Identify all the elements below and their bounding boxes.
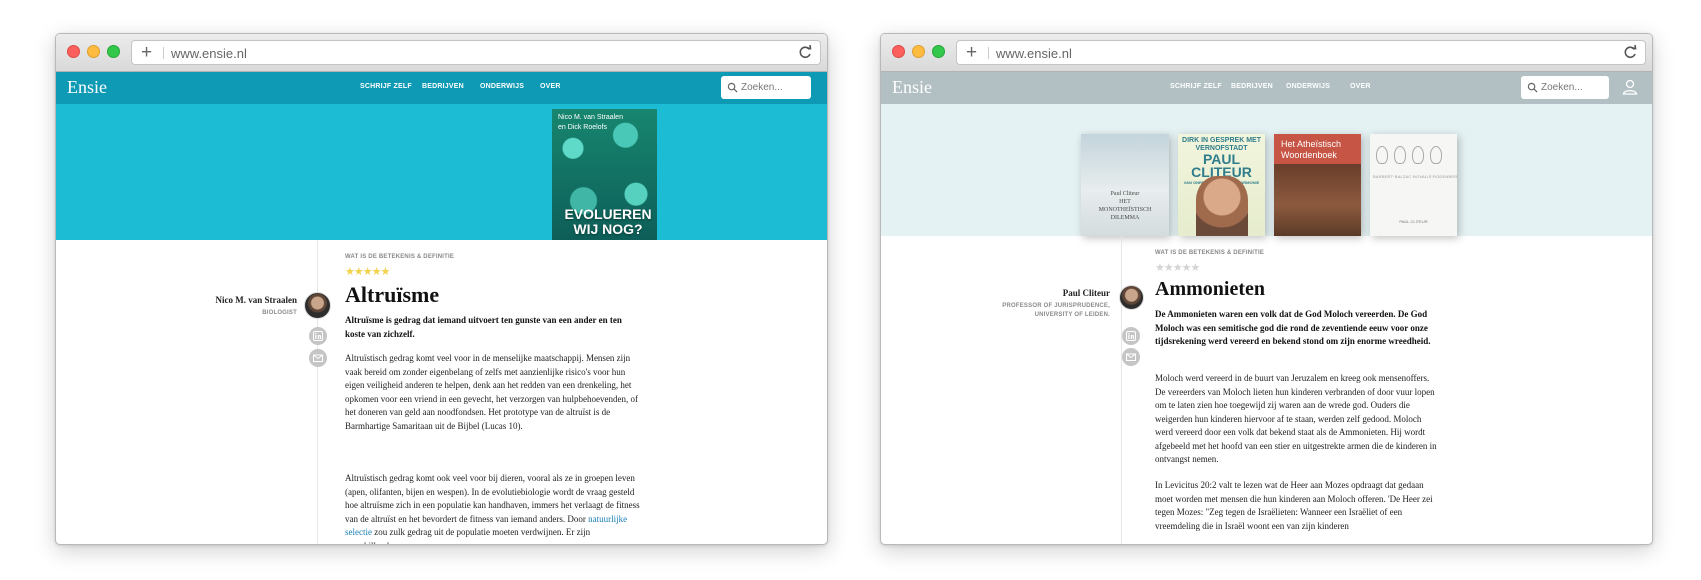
book-paul-cliteur[interactable]: DIRK IN GESPREK MET VERNOFSTADT PAUL CLI… bbox=[1178, 134, 1265, 236]
hero-book-cover[interactable]: Nico M. van Straalen en Dick Roelofs EVO… bbox=[552, 109, 657, 240]
book-4-names: BARBERT·BALZAC·NOVALIS·RODENBERG bbox=[1373, 174, 1457, 179]
linkedin-icon bbox=[313, 331, 323, 341]
rating-stars[interactable]: ★★★★★ bbox=[345, 265, 390, 278]
article-title: Altruïsme bbox=[345, 282, 440, 307]
search-icon bbox=[1527, 82, 1538, 93]
url-text[interactable]: www.ensie.nl bbox=[996, 46, 1072, 61]
book-title: EVOLUEREN WIJ NOG? bbox=[560, 207, 656, 237]
browser-toolbar: + www.ensie.nl bbox=[56, 34, 827, 72]
linkedin-button[interactable] bbox=[1122, 327, 1140, 345]
nav-onderwijs[interactable]: ONDERWIJS bbox=[1286, 83, 1330, 90]
book-4-author: PAUL CLITEUR bbox=[1399, 219, 1428, 224]
ensie-logo[interactable]: Ensie bbox=[67, 77, 107, 98]
book-monotheistisch-dilemma[interactable]: Paul Cliteur HET MONOTHEÏSTISCH DILEMMA bbox=[1081, 134, 1169, 236]
email-button[interactable] bbox=[1122, 348, 1140, 366]
browser-window-left: + www.ensie.nl Ensie SCHRIJF ZELF BEDRIJ… bbox=[55, 33, 828, 545]
nav-over[interactable]: OVER bbox=[540, 83, 561, 90]
article-title: Ammonieten bbox=[1155, 278, 1265, 300]
nav-bedrijven[interactable]: BEDRIJVEN bbox=[422, 83, 464, 90]
minimize-window-button[interactable] bbox=[912, 45, 925, 58]
article-paragraph-1: Moloch werd vereerd in de buurt van Jeru… bbox=[1155, 373, 1437, 464]
avatar[interactable] bbox=[304, 292, 331, 319]
search-placeholder: Zoeken... bbox=[1541, 82, 1583, 93]
mail-icon bbox=[1126, 353, 1136, 361]
sketch-face bbox=[1394, 146, 1406, 164]
paragraph-2-text-end: zou zulk gedrag uit de populatie moeten … bbox=[345, 527, 591, 544]
plus-icon[interactable]: + bbox=[966, 42, 977, 64]
address-bar[interactable]: + www.ensie.nl bbox=[131, 40, 821, 65]
author-role: PROFESSOR OF JURISPRUDENCE, UNIVERSITY O… bbox=[1002, 303, 1110, 318]
user-icon[interactable] bbox=[1621, 78, 1639, 96]
book-2-top: DIRK IN GESPREK MET bbox=[1182, 137, 1261, 144]
book-title-line-1: EVOLUEREN bbox=[564, 206, 652, 222]
column-divider bbox=[317, 240, 318, 544]
close-window-button[interactable] bbox=[892, 45, 905, 58]
article-lead: Altruïsme is gedrag dat iemand uitvoert … bbox=[345, 315, 622, 339]
rating-stars[interactable]: ★★★★★ bbox=[1155, 261, 1200, 274]
column-divider bbox=[1121, 236, 1122, 544]
sketch-face bbox=[1376, 146, 1388, 164]
search-icon bbox=[727, 82, 738, 93]
book-1-title: Paul Cliteur HET MONOTHEÏSTISCH DILEMMA bbox=[1098, 191, 1152, 221]
article-section: Paul Cliteur PROFESSOR OF JURISPRUDENCE,… bbox=[881, 236, 1652, 544]
browser-window-right: + www.ensie.nl Ensie SCHRIJF ZELF BEDRIJ… bbox=[880, 33, 1653, 545]
nav-bedrijven[interactable]: BEDRIJVEN bbox=[1231, 83, 1273, 90]
email-button[interactable] bbox=[309, 349, 327, 367]
book-author-1: Nico M. van Straalen bbox=[558, 114, 623, 121]
article-body: WAT IS DE BETEKENIS & DEFINITIE ★★★★★ Al… bbox=[345, 240, 640, 544]
article-body: WAT IS DE BETEKENIS & DEFINITIE ★★★★★ Am… bbox=[1155, 236, 1437, 544]
author-portrait bbox=[1196, 176, 1248, 236]
ensie-logo[interactable]: Ensie bbox=[892, 77, 932, 98]
article-section: Nico M. van Straalen BIOLOGIST WAT IS DE… bbox=[56, 240, 827, 544]
article-paragraph-2: In Levicitus 20:2 valt te lezen wat de H… bbox=[1155, 480, 1433, 531]
nav-over[interactable]: OVER bbox=[1350, 83, 1371, 90]
minimize-window-button[interactable] bbox=[87, 45, 100, 58]
article-lead: De Ammonieten waren een volk dat de God … bbox=[1155, 309, 1431, 346]
category-label: WAT IS DE BETEKENIS & DEFINITIE bbox=[1155, 250, 1265, 256]
browser-toolbar: + www.ensie.nl bbox=[881, 34, 1652, 72]
linkedin-icon bbox=[1126, 331, 1136, 341]
book-3-title: Het Atheïstisch Woordenboek bbox=[1281, 139, 1342, 160]
reload-icon[interactable] bbox=[1622, 44, 1638, 60]
site-nav: Ensie SCHRIJF ZELF BEDRIJVEN ONDERWIJS O… bbox=[881, 72, 1652, 104]
author-name[interactable]: Nico M. van Straalen bbox=[216, 295, 298, 305]
book-atheistisch-woordenboek[interactable]: Het Atheïstisch Woordenboek bbox=[1274, 134, 1361, 236]
sketch-face bbox=[1412, 146, 1424, 164]
search-input[interactable]: Zoeken... bbox=[721, 76, 811, 99]
close-window-button[interactable] bbox=[67, 45, 80, 58]
category-label: WAT IS DE BETEKENIS & DEFINITIE bbox=[345, 254, 455, 260]
book-portraits[interactable]: BARBERT·BALZAC·NOVALIS·RODENBERG PAUL CL… bbox=[1370, 134, 1457, 236]
search-placeholder: Zoeken... bbox=[741, 82, 783, 93]
book-title-line-2: WIJ NOG? bbox=[573, 221, 643, 237]
address-separator bbox=[988, 47, 989, 59]
article-paragraph-1: Altruïstisch gedrag komt veel voor in de… bbox=[345, 353, 638, 431]
ensie-page: Ensie SCHRIJF ZELF BEDRIJVEN ONDERWIJS O… bbox=[56, 72, 827, 544]
linkedin-button[interactable] bbox=[309, 327, 327, 345]
nav-schrijf-zelf[interactable]: SCHRIJF ZELF bbox=[360, 83, 412, 90]
search-input[interactable]: Zoeken... bbox=[1521, 76, 1609, 99]
book-author-2: en Dick Roelofs bbox=[558, 124, 608, 131]
author-name[interactable]: Paul Cliteur bbox=[1063, 288, 1110, 298]
reload-icon[interactable] bbox=[797, 44, 813, 60]
zoom-window-button[interactable] bbox=[107, 45, 120, 58]
address-bar[interactable]: + www.ensie.nl bbox=[956, 40, 1646, 65]
article-paragraph-2: Altruïstisch gedrag komt ook veel voor b… bbox=[345, 472, 640, 544]
mail-icon bbox=[313, 354, 323, 362]
site-nav: Ensie SCHRIJF ZELF BEDRIJVEN ONDERWIJS O… bbox=[56, 72, 827, 104]
avatar[interactable] bbox=[1119, 285, 1144, 310]
nav-schrijf-zelf[interactable]: SCHRIJF ZELF bbox=[1170, 83, 1222, 90]
url-text[interactable]: www.ensie.nl bbox=[171, 46, 247, 61]
hero-banner: Nico M. van Straalen en Dick Roelofs EVO… bbox=[56, 104, 827, 240]
nav-onderwijs[interactable]: ONDERWIJS bbox=[480, 83, 524, 90]
address-separator bbox=[163, 47, 164, 59]
plus-icon[interactable]: + bbox=[141, 42, 152, 64]
zoom-window-button[interactable] bbox=[932, 45, 945, 58]
hero-banner: Paul Cliteur HET MONOTHEÏSTISCH DILEMMA … bbox=[881, 104, 1652, 236]
author-role: BIOLOGIST bbox=[262, 310, 297, 316]
ensie-page: Ensie SCHRIJF ZELF BEDRIJVEN ONDERWIJS O… bbox=[881, 72, 1652, 544]
sketch-face bbox=[1430, 146, 1442, 164]
